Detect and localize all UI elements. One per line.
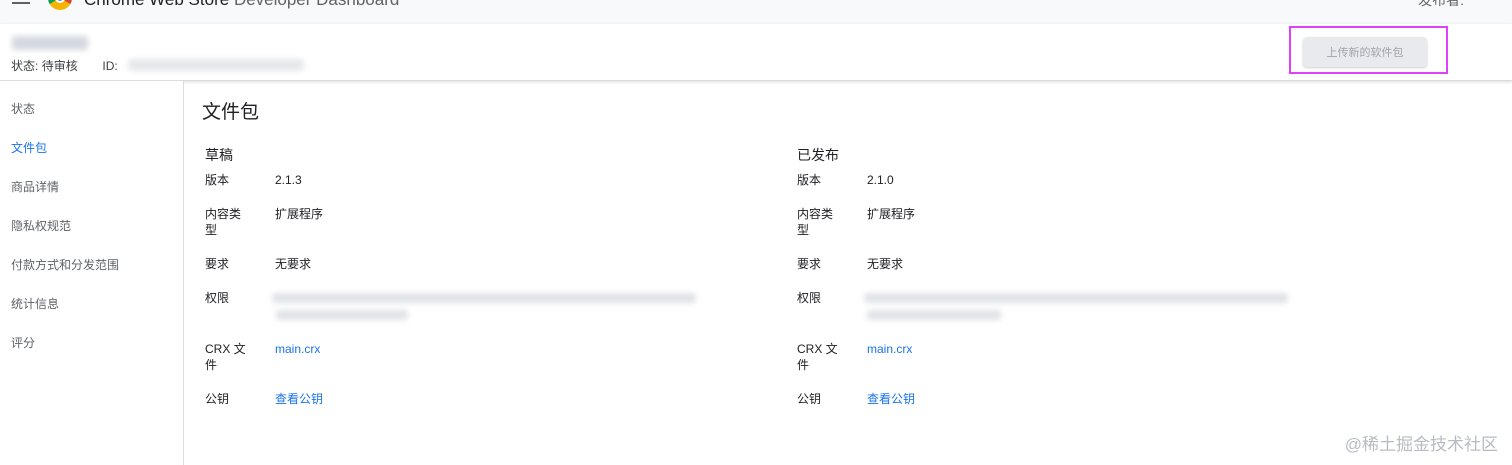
sidebar-item-stats[interactable]: 统计信息 bbox=[11, 295, 59, 312]
published-public-key-link[interactable]: 查看公钥 bbox=[867, 391, 915, 407]
published-crx-label: CRX 文件 bbox=[797, 342, 838, 372]
hamburger-menu-icon[interactable] bbox=[12, 0, 30, 4]
publisher-label[interactable]: 发布者: bbox=[1418, 0, 1464, 10]
id-label: ID: bbox=[102, 59, 118, 73]
item-header: 状态: 待审核 ID: 上传新的软件包 bbox=[0, 24, 1512, 81]
published-content-type-value: 扩展程序 bbox=[867, 207, 916, 221]
draft-requirements-value: 无要求 bbox=[275, 257, 312, 271]
draft-permissions-label: 权限 bbox=[205, 291, 230, 305]
highlight-box bbox=[1289, 26, 1448, 74]
redacted-item-name bbox=[12, 36, 88, 50]
draft-crx-label: CRX 文件 bbox=[205, 342, 246, 372]
sidebar-item-store-listing[interactable]: 商品详情 bbox=[11, 178, 59, 195]
sidebar-item-ratings[interactable]: 评分 bbox=[11, 334, 35, 351]
draft-crx-link[interactable]: main.crx bbox=[275, 341, 320, 357]
sidebar-item-distribution[interactable]: 付款方式和分发范围 bbox=[11, 256, 119, 273]
status-value: 待审核 bbox=[41, 59, 78, 73]
redacted-draft-permissions bbox=[272, 293, 696, 303]
published-requirements-value: 无要求 bbox=[867, 257, 904, 271]
published-permissions-label: 权限 bbox=[797, 291, 822, 305]
app-title: Chrome Web Store Developer Dashboard bbox=[84, 0, 399, 10]
redacted-published-permissions-line2 bbox=[867, 310, 1001, 320]
published-version-label: 版本 bbox=[797, 173, 822, 187]
sidebar-nav: 状态 文件包 商品详情 隐私权规范 付款方式和分发范围 统计信息 评分 bbox=[0, 81, 184, 465]
draft-requirements-label: 要求 bbox=[205, 257, 230, 271]
chrome-logo-icon bbox=[48, 0, 72, 10]
page-title: 文件包 bbox=[202, 102, 260, 123]
app-title-sub: Developer Dashboard bbox=[234, 0, 399, 9]
published-heading: 已发布 bbox=[797, 147, 839, 163]
draft-public-key-label: 公钥 bbox=[205, 392, 230, 406]
sidebar-item-package[interactable]: 文件包 bbox=[11, 139, 47, 156]
draft-heading: 草稿 bbox=[205, 147, 233, 163]
status-label: 状态: bbox=[11, 59, 39, 73]
sidebar-item-privacy[interactable]: 隐私权规范 bbox=[11, 217, 71, 234]
sidebar-item-status[interactable]: 状态 bbox=[11, 100, 35, 117]
redacted-item-id bbox=[128, 59, 304, 71]
watermark-text: @稀土掘金技术社区 bbox=[1344, 435, 1498, 454]
published-content-type-label: 内容类型 bbox=[797, 207, 834, 237]
app-bar: Chrome Web Store Developer Dashboard 发布者… bbox=[0, 0, 1512, 24]
published-public-key-label: 公钥 bbox=[797, 392, 822, 406]
draft-public-key-link[interactable]: 查看公钥 bbox=[275, 391, 323, 407]
draft-content-type-value: 扩展程序 bbox=[275, 207, 324, 221]
redacted-published-permissions bbox=[864, 293, 1288, 303]
redacted-draft-permissions-line2 bbox=[276, 310, 408, 320]
app-title-main: Chrome Web Store bbox=[84, 0, 229, 9]
published-crx-link[interactable]: main.crx bbox=[867, 341, 912, 357]
draft-version-value: 2.1.3 bbox=[275, 173, 302, 187]
draft-content-type-label: 内容类型 bbox=[205, 207, 242, 237]
draft-version-label: 版本 bbox=[205, 173, 230, 187]
published-requirements-label: 要求 bbox=[797, 257, 822, 271]
published-version-value: 2.1.0 bbox=[867, 173, 894, 187]
item-status-line: 状态: 待审核 ID: bbox=[11, 57, 118, 74]
